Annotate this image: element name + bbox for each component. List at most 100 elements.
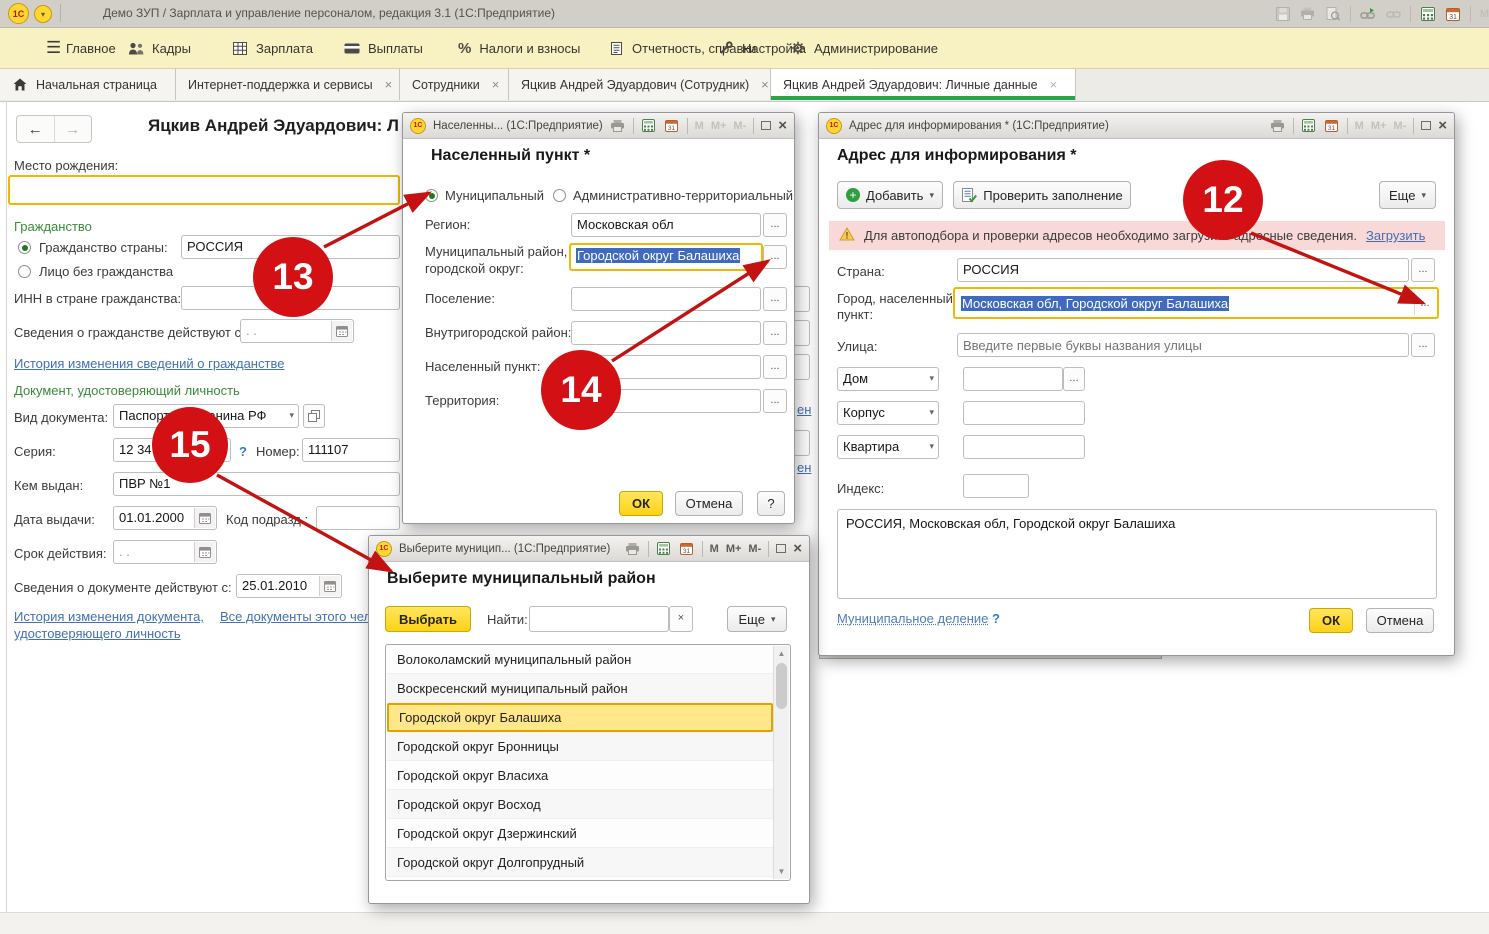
citizenship-valid-from-field[interactable]: . . bbox=[240, 319, 354, 343]
tab-home[interactable]: Начальная страница bbox=[0, 69, 176, 100]
tab-close-icon[interactable]: × bbox=[385, 77, 393, 92]
help-button[interactable]: ? bbox=[757, 491, 785, 516]
list-item[interactable]: Волоколамский муниципальный район bbox=[387, 645, 773, 674]
calendar-picker-icon[interactable] bbox=[194, 508, 215, 528]
tab-close-icon[interactable]: × bbox=[492, 77, 500, 92]
calendar-picker-icon[interactable] bbox=[331, 321, 352, 341]
print-preview-icon[interactable] bbox=[1325, 6, 1341, 22]
memory-plus-button[interactable]: M+ bbox=[711, 120, 727, 132]
city-district-select-button[interactable]: ... bbox=[763, 321, 787, 345]
series-help-icon[interactable]: ? bbox=[239, 444, 247, 459]
menu-item-salary[interactable]: Зарплата bbox=[232, 28, 313, 68]
country-select-button[interactable]: ... bbox=[1411, 258, 1435, 282]
settlement-dialog-titlebar[interactable]: 1С Населенны... (1С:Предприятие) 31 M M+… bbox=[403, 113, 794, 139]
ok-button[interactable]: ОК bbox=[619, 491, 663, 516]
memory-button[interactable]: M bbox=[710, 543, 719, 555]
full-address-textarea[interactable]: РОССИЯ, Московская обл, Городской округ … bbox=[837, 509, 1437, 599]
memory-minus-button[interactable]: M- bbox=[733, 120, 746, 132]
doc-history-link[interactable]: История изменения документа, bbox=[14, 609, 204, 624]
add-button[interactable]: + Добавить ▾ bbox=[837, 181, 943, 209]
settlement-field[interactable] bbox=[571, 287, 761, 311]
memory-button[interactable]: M bbox=[1355, 120, 1364, 132]
find-input[interactable] bbox=[529, 606, 669, 632]
print-icon[interactable] bbox=[610, 118, 626, 134]
street-select-button[interactable]: ... bbox=[1411, 333, 1435, 357]
address-dialog-titlebar[interactable]: 1С Адрес для информирования * (1С:Предпр… bbox=[819, 113, 1454, 139]
district-select-button[interactable]: ... bbox=[763, 245, 787, 269]
print-icon[interactable] bbox=[1300, 6, 1316, 22]
add-link-icon[interactable] bbox=[1360, 6, 1376, 22]
issued-by-field[interactable]: ПВР №1 bbox=[113, 472, 400, 496]
territory-select-button[interactable]: ... bbox=[763, 389, 787, 413]
list-item[interactable]: Городской округ Власиха bbox=[387, 761, 773, 790]
list-item[interactable]: Городской округ Бронницы bbox=[387, 732, 773, 761]
list-item-selected[interactable]: Городской округ Балашиха bbox=[387, 703, 773, 732]
menu-item-main[interactable]: Главное bbox=[66, 28, 116, 68]
municipal-division-link[interactable]: Муниципальное деление bbox=[837, 611, 988, 626]
citizenship-history-link[interactable]: История изменения сведений о гражданстве bbox=[14, 356, 284, 371]
restore-window-button[interactable] bbox=[776, 544, 786, 553]
city-district-field[interactable] bbox=[571, 321, 761, 345]
validity-field[interactable]: . . bbox=[113, 540, 217, 564]
issue-date-field[interactable]: 01.01.2000 bbox=[113, 506, 217, 530]
menu-item-admin[interactable]: Администрирование bbox=[790, 28, 938, 68]
calendar-icon[interactable]: 31 bbox=[679, 541, 695, 557]
locality-select-button[interactable]: ... bbox=[763, 355, 787, 379]
all-documents-link[interactable]: Все документы этого чел bbox=[220, 609, 371, 624]
tab-close-icon[interactable]: × bbox=[1050, 77, 1058, 92]
tab-employee-card[interactable]: Яцкив Андрей Эдуардович (Сотрудник) × bbox=[509, 69, 771, 100]
memory-plus-button[interactable]: M+ bbox=[1371, 120, 1387, 132]
memory-plus-button[interactable]: M+ bbox=[726, 543, 742, 555]
dept-code-field[interactable] bbox=[316, 506, 400, 530]
country-field[interactable]: РОССИЯ bbox=[957, 258, 1409, 282]
house-type-select[interactable]: Дом ▾ bbox=[837, 367, 939, 391]
house-field[interactable] bbox=[963, 367, 1063, 391]
dropdown-icon[interactable]: ▾ bbox=[929, 441, 934, 452]
main-menu-button[interactable]: ▾ bbox=[34, 5, 52, 23]
house-select-button[interactable]: ... bbox=[1063, 367, 1085, 391]
municipal-radio[interactable] bbox=[425, 189, 438, 202]
dropdown-icon[interactable]: ▾ bbox=[929, 407, 934, 418]
cancel-button[interactable]: Отмена bbox=[675, 491, 743, 516]
menu-item-hr[interactable]: Кадры bbox=[128, 28, 191, 68]
calculator-icon[interactable] bbox=[1420, 6, 1436, 22]
index-field[interactable] bbox=[963, 474, 1029, 498]
calendar-picker-icon[interactable] bbox=[319, 576, 340, 596]
memory-button[interactable]: M bbox=[695, 120, 704, 132]
municipal-division-help-icon[interactable]: ? bbox=[992, 611, 1000, 626]
back-button[interactable]: ← bbox=[17, 116, 55, 142]
more-button[interactable]: Еще ▾ bbox=[727, 606, 787, 632]
scroll-up-icon[interactable]: ▲ bbox=[774, 646, 789, 661]
dropdown-icon[interactable]: ▾ bbox=[929, 373, 934, 384]
load-link[interactable]: Загрузить bbox=[1366, 228, 1425, 243]
select-district-dialog-titlebar[interactable]: 1С Выберите муницип... (1С:Предприятие) … bbox=[369, 536, 809, 562]
building-field[interactable] bbox=[963, 401, 1085, 425]
menu-item-taxes[interactable]: % Налоги и взносы bbox=[458, 28, 580, 68]
stateless-radio[interactable] bbox=[18, 265, 31, 278]
all-documents-link-2[interactable]: удостоверяющего личность bbox=[14, 626, 181, 641]
street-input[interactable] bbox=[957, 333, 1409, 357]
menu-hamburger[interactable]: ☰ bbox=[46, 28, 61, 68]
tab-close-icon[interactable]: × bbox=[761, 77, 769, 92]
print-icon[interactable] bbox=[625, 541, 641, 557]
check-fill-button[interactable]: Проверить заполнение bbox=[953, 181, 1131, 209]
save-icon[interactable] bbox=[1275, 6, 1291, 22]
forward-button[interactable]: → bbox=[55, 116, 92, 142]
citizenship-country-radio[interactable] bbox=[18, 241, 31, 254]
tab-internet-support[interactable]: Интернет-поддержка и сервисы × bbox=[176, 69, 400, 100]
apartment-field[interactable] bbox=[963, 435, 1085, 459]
memory-button[interactable]: M bbox=[1480, 8, 1489, 20]
administrative-radio[interactable] bbox=[553, 189, 566, 202]
list-item[interactable]: Городской округ Дзержинский bbox=[387, 819, 773, 848]
more-button[interactable]: Еще ▾ bbox=[1379, 181, 1436, 209]
region-select-button[interactable]: ... bbox=[763, 213, 787, 237]
memory-minus-button[interactable]: M- bbox=[1393, 120, 1406, 132]
tab-employees[interactable]: Сотрудники × bbox=[400, 69, 509, 100]
calculator-icon[interactable] bbox=[656, 541, 672, 557]
apartment-type-select[interactable]: Квартира ▾ bbox=[837, 435, 939, 459]
calendar-icon[interactable]: 31 bbox=[1445, 6, 1461, 22]
list-item[interactable]: Воскресенский муниципальный район bbox=[387, 674, 773, 703]
menu-item-payments[interactable]: Выплаты bbox=[344, 28, 423, 68]
calendar-icon[interactable]: 31 bbox=[664, 118, 680, 134]
doc-valid-from-field[interactable]: 25.01.2010 bbox=[236, 574, 342, 598]
